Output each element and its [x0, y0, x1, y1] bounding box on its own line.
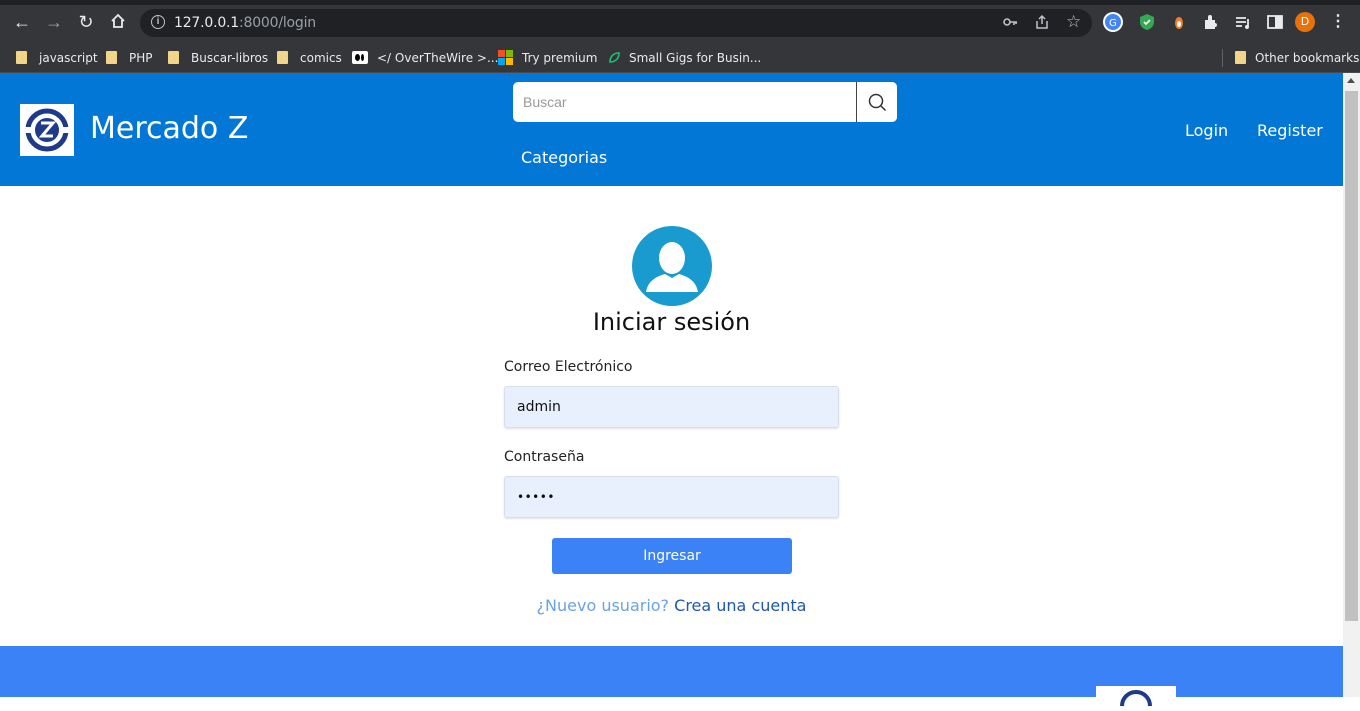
- user-avatar-icon: [632, 226, 712, 306]
- folder-icon: [168, 51, 179, 64]
- site-header: Mercado Z Categorias Login Register: [0, 73, 1343, 186]
- password-label: Contraseña: [504, 449, 585, 465]
- bookmark-label: comics: [300, 51, 342, 65]
- folder-icon: [16, 51, 27, 64]
- flame-extension-icon[interactable]: [1169, 12, 1189, 32]
- key-icon[interactable]: [1002, 14, 1018, 34]
- bookmark-javascript[interactable]: javascript: [16, 48, 98, 68]
- bookmark-label: Try premium: [522, 51, 598, 65]
- email-field[interactable]: admin: [504, 386, 839, 428]
- profile-avatar[interactable]: D: [1295, 12, 1315, 32]
- nav-register-link[interactable]: Register: [1257, 121, 1323, 140]
- bookmark-star-icon[interactable]: ☆: [1066, 12, 1081, 32]
- home-icon[interactable]: [108, 12, 128, 32]
- side-panel-icon[interactable]: [1265, 12, 1285, 32]
- scroll-up-icon[interactable]: [1347, 78, 1355, 83]
- reload-icon[interactable]: ↻: [76, 12, 96, 32]
- search-button[interactable]: [856, 82, 897, 122]
- site-footer: [0, 646, 1343, 707]
- medium-icon: [352, 51, 368, 64]
- translate-extension-icon[interactable]: G: [1103, 12, 1123, 32]
- nav-login-link[interactable]: Login: [1185, 121, 1228, 140]
- share-icon[interactable]: [1034, 14, 1050, 34]
- tab-strip: [0, 0, 1360, 5]
- bookmark-label: PHP: [129, 51, 153, 65]
- email-label: Correo Electrónico: [504, 359, 633, 375]
- folder-icon: [277, 51, 288, 64]
- microsoft-icon: [498, 50, 513, 65]
- bookmarks-divider: [1222, 49, 1223, 67]
- bookmark-label: </ OverTheWire >...: [377, 51, 499, 65]
- site-logo[interactable]: [20, 104, 74, 156]
- bookmark-buscar-libros[interactable]: Buscar-libros: [168, 48, 268, 68]
- url-path: :8000/login: [239, 15, 316, 31]
- leaf-icon: [608, 50, 621, 63]
- folder-icon: [106, 51, 117, 64]
- scrollbar-thumb[interactable]: [1345, 91, 1358, 621]
- url-text[interactable]: 127.0.0.1:8000/login: [174, 15, 316, 31]
- bookmark-label: Buscar-libros: [191, 51, 269, 65]
- page-title: Iniciar sesión: [592, 308, 751, 336]
- browser-toolbar: ← → ↻ i 127.0.0.1:8000/login ☆ G D ⋮: [0, 0, 1360, 44]
- bookmark-label: javascript: [39, 51, 98, 65]
- bookmark-php[interactable]: PHP: [106, 48, 153, 68]
- password-field[interactable]: •••••: [504, 476, 839, 518]
- reading-list-icon[interactable]: [1233, 12, 1253, 32]
- register-prompt: ¿Nuevo usuario? Crea una cuenta: [0, 596, 1343, 615]
- forward-icon[interactable]: →: [44, 12, 64, 32]
- footer-logo: [1096, 686, 1176, 707]
- search-bar: [513, 82, 897, 122]
- kebab-menu-icon[interactable]: ⋮: [1328, 12, 1348, 32]
- create-account-link[interactable]: Crea una cuenta: [674, 596, 806, 615]
- search-icon: [868, 93, 887, 112]
- svg-text:G: G: [1109, 18, 1117, 29]
- url-host: 127.0.0.1: [174, 15, 239, 31]
- bookmark-comics[interactable]: comics: [277, 48, 342, 68]
- bookmark-try-premium[interactable]: Try premium: [498, 48, 597, 68]
- brand-name[interactable]: Mercado Z: [90, 111, 248, 146]
- shield-extension-icon[interactable]: [1137, 12, 1157, 32]
- page-scrollbar[interactable]: [1343, 73, 1360, 697]
- folder-icon: [1235, 51, 1246, 64]
- other-bookmarks[interactable]: Other bookmarks: [1235, 48, 1359, 68]
- other-bookmarks-label: Other bookmarks: [1255, 51, 1360, 65]
- back-icon[interactable]: ←: [12, 12, 32, 32]
- bookmark-small-gigs[interactable]: Small Gigs for Busin...: [608, 48, 761, 68]
- bookmark-overthewire[interactable]: </ OverTheWire >...: [352, 48, 498, 68]
- bookmarks-bar: javascript PHP Buscar-libros comics </ O…: [0, 44, 1360, 73]
- search-input[interactable]: [513, 82, 856, 122]
- submit-login-button[interactable]: Ingresar: [552, 538, 792, 574]
- categories-link[interactable]: Categorias: [521, 148, 607, 167]
- address-bar[interactable]: i 127.0.0.1:8000/login ☆: [140, 9, 1092, 37]
- new-user-question: ¿Nuevo usuario?: [536, 596, 670, 615]
- bookmark-label: Small Gigs for Busin...: [629, 51, 762, 65]
- site-info-icon[interactable]: i: [151, 15, 165, 29]
- extensions-puzzle-icon[interactable]: [1201, 12, 1221, 32]
